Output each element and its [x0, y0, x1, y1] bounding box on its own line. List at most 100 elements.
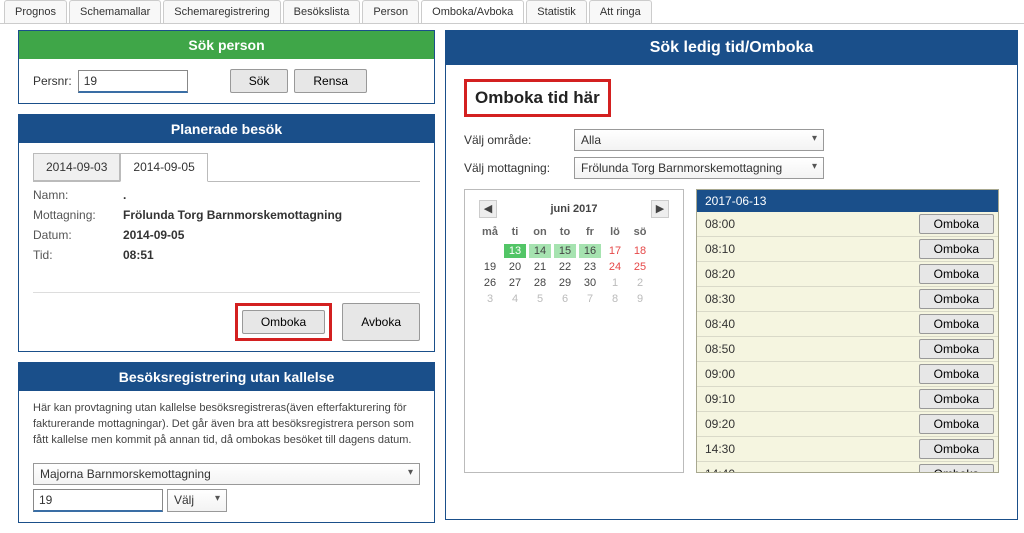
mottag-select[interactable]: Frölunda Torg Barnmorskemottagning	[574, 157, 824, 179]
slot-time: 14:30	[697, 439, 919, 459]
search-button[interactable]: Sök	[230, 69, 289, 93]
calendar-day[interactable]: 29	[554, 276, 576, 290]
planned-visits-panel: Planerade besök 2014-09-032014-09-05 Nam…	[18, 114, 435, 352]
mottag-label: Mottagning:	[33, 208, 123, 222]
slot-omboka-button[interactable]: Omboka	[919, 414, 994, 434]
calendar-day[interactable]: 23	[579, 260, 601, 274]
calendar-day[interactable]: 13	[504, 244, 526, 258]
tab-schemamallar[interactable]: Schemamallar	[69, 0, 161, 23]
calendar-day[interactable]: 4	[504, 292, 526, 306]
time-slot-row: 08:20Omboka	[697, 262, 998, 287]
visit-registration-title: Besöksregistrering utan kallelse	[19, 363, 434, 391]
slot-omboka-button[interactable]: Omboka	[919, 314, 994, 334]
slot-omboka-button[interactable]: Omboka	[919, 239, 994, 259]
omrade-select[interactable]: Alla	[574, 129, 824, 151]
calendar-day[interactable]: 3	[479, 292, 501, 306]
calendar-day[interactable]: 20	[504, 260, 526, 274]
calendar-day[interactable]: 18	[629, 244, 651, 258]
visit-registration-info: Här kan provtagning utan kallelse besöks…	[33, 401, 420, 449]
clear-button[interactable]: Rensa	[294, 69, 367, 93]
calendar-day[interactable]: 30	[579, 276, 601, 290]
calendar-day[interactable]: 26	[479, 276, 501, 290]
tab-att ringa[interactable]: Att ringa	[589, 0, 652, 23]
avboka-button[interactable]: Avboka	[342, 303, 420, 341]
time-slot-row: 09:00Omboka	[697, 362, 998, 387]
calendar-day[interactable]: 27	[504, 276, 526, 290]
tab-person[interactable]: Person	[362, 0, 419, 23]
book-time-title: Sök ledig tid/Omboka	[446, 31, 1017, 65]
section-title-highlight: Omboka tid här	[464, 79, 611, 117]
calendar-day[interactable]: 25	[629, 260, 651, 274]
calendar-day[interactable]: 16	[579, 244, 601, 258]
calendar-day	[579, 240, 601, 242]
time-slot-row: 08:00Omboka	[697, 212, 998, 237]
calendar-day[interactable]: 9	[629, 292, 651, 306]
slot-omboka-button[interactable]: Omboka	[919, 464, 994, 472]
tab-omboka/avboka[interactable]: Omboka/Avboka	[421, 0, 524, 23]
slot-omboka-button[interactable]: Omboka	[919, 364, 994, 384]
slot-omboka-button[interactable]: Omboka	[919, 289, 994, 309]
tid-value: 08:51	[123, 248, 154, 262]
main-tabs: PrognosSchemamallarSchemaregistreringBes…	[0, 0, 1024, 24]
planned-date-tab[interactable]: 2014-09-05	[120, 153, 207, 182]
reg-mottagning-select[interactable]: Majorna Barnmorskemottagning	[33, 463, 420, 485]
calendar-day[interactable]: 7	[579, 292, 601, 306]
calendar-dayhead: fr	[579, 226, 601, 238]
calendar-day[interactable]: 22	[554, 260, 576, 274]
calendar-day	[479, 240, 501, 242]
time-slot-row: 08:30Omboka	[697, 287, 998, 312]
persnr-input[interactable]: 19	[78, 70, 188, 93]
calendar-dayhead: sö	[629, 226, 651, 238]
tid-label: Tid:	[33, 248, 123, 262]
reg-valj-select[interactable]: Välj	[167, 489, 227, 512]
slot-date-header: 2017-06-13	[697, 190, 998, 212]
tab-prognos[interactable]: Prognos	[4, 0, 67, 23]
calendar-day[interactable]: 17	[604, 244, 626, 258]
calendar-day[interactable]: 8	[604, 292, 626, 306]
omboka-button[interactable]: Omboka	[242, 310, 325, 334]
slot-omboka-button[interactable]: Omboka	[919, 264, 994, 284]
planned-date-tab[interactable]: 2014-09-03	[33, 153, 120, 181]
slot-time: 09:10	[697, 389, 919, 409]
calendar-day[interactable]: 24	[604, 260, 626, 274]
calendar-dayhead: on	[529, 226, 551, 238]
slot-omboka-button[interactable]: Omboka	[919, 439, 994, 459]
tab-statistik[interactable]: Statistik	[526, 0, 587, 23]
search-person-panel: Sök person Persnr: 19 Sök Rensa	[18, 30, 435, 104]
calendar-next-icon[interactable]: ▶	[651, 200, 669, 218]
calendar-prev-icon[interactable]: ◀	[479, 200, 497, 218]
slot-omboka-button[interactable]: Omboka	[919, 214, 994, 234]
omboka-section-title: Omboka tid här	[467, 82, 608, 114]
calendar-day	[504, 240, 526, 242]
slot-time: 08:30	[697, 289, 919, 309]
time-slot-row: 09:20Omboka	[697, 412, 998, 437]
planned-date-tabs: 2014-09-032014-09-05	[33, 153, 420, 182]
calendar-day[interactable]: 1	[604, 276, 626, 290]
calendar-dayhead: lö	[604, 226, 626, 238]
calendar-day[interactable]: 5	[529, 292, 551, 306]
reg-persnr-input[interactable]: 19	[33, 489, 163, 512]
calendar-day[interactable]: 2	[629, 276, 651, 290]
slot-time: 09:00	[697, 364, 919, 384]
slot-time: 08:10	[697, 239, 919, 259]
calendar-day[interactable]: 6	[554, 292, 576, 306]
calendar-day	[629, 240, 651, 242]
namn-label: Namn:	[33, 188, 123, 202]
omrade-label: Välj område:	[464, 133, 574, 147]
datum-label: Datum:	[33, 228, 123, 242]
time-slot-row: 08:40Omboka	[697, 312, 998, 337]
search-person-title: Sök person	[19, 31, 434, 59]
calendar-day[interactable]: 28	[529, 276, 551, 290]
calendar-day[interactable]: 14	[529, 244, 551, 258]
calendar-day[interactable]: 15	[554, 244, 576, 258]
datum-value: 2014-09-05	[123, 228, 184, 242]
calendar-day	[604, 240, 626, 242]
slot-omboka-button[interactable]: Omboka	[919, 339, 994, 359]
planned-visits-title: Planerade besök	[19, 115, 434, 143]
calendar-day[interactable]: 19	[479, 260, 501, 274]
tab-besökslista[interactable]: Besökslista	[283, 0, 361, 23]
tab-schemaregistrering[interactable]: Schemaregistrering	[163, 0, 280, 23]
slot-omboka-button[interactable]: Omboka	[919, 389, 994, 409]
omboka-highlight: Omboka	[235, 303, 332, 341]
calendar-day[interactable]: 21	[529, 260, 551, 274]
